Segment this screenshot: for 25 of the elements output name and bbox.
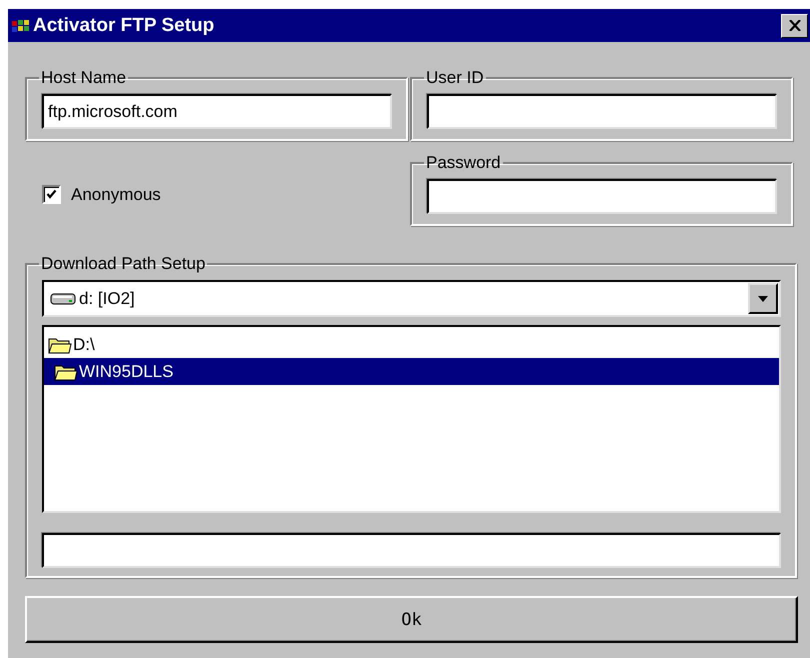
anonymous-checkbox[interactable] [42, 185, 61, 204]
drive-label: d: [IO2] [79, 288, 136, 308]
dropdown-button[interactable] [748, 283, 778, 314]
drive-dropdown[interactable]: d: [IO2] [42, 280, 781, 317]
ok-button[interactable]: Ok [25, 596, 798, 643]
drive-icon [50, 292, 76, 306]
group-label: Password [425, 153, 502, 173]
password-field[interactable] [427, 179, 777, 214]
app-icon [12, 18, 30, 34]
folder-item[interactable]: WIN95DLLS [44, 358, 779, 385]
path-field[interactable] [42, 533, 781, 568]
window-title: Activator FTP Setup [33, 14, 216, 36]
folder-icon [54, 362, 78, 380]
close-icon [788, 20, 800, 31]
caret-icon [758, 296, 768, 302]
checkbox-label: Anonymous [71, 184, 161, 204]
group-label: User ID [425, 68, 485, 88]
close-button[interactable] [781, 14, 808, 38]
folder-icon [48, 336, 72, 354]
group-label: Host Name [40, 68, 128, 88]
user-id-field[interactable] [427, 94, 777, 129]
host-name-field[interactable]: ftp.microsoft.com [42, 94, 392, 129]
check-icon [46, 189, 57, 200]
folder-item[interactable]: D:\ [44, 331, 779, 358]
group-label: Download Path Setup [40, 254, 206, 274]
